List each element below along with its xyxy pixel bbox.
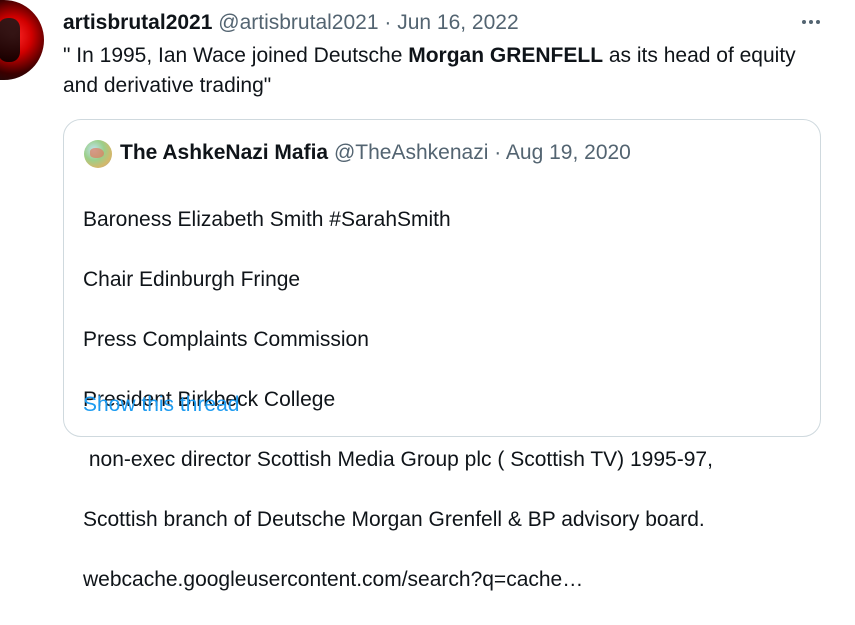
quoted-tweet-header: The AshkeNazi Mafia @TheAshkenazi · Aug … (120, 139, 631, 167)
quoted-author-display-name: The AshkeNazi Mafia (120, 141, 329, 164)
tweet-header: artisbrutal2021 @artisbrutal2021 · Jun 1… (63, 9, 519, 37)
more-dot (809, 20, 813, 24)
quoted-author-handle: @TheAshkenazi (333, 141, 489, 164)
tweet-text: " In 1995, Ian Wace joined Deutsche Morg… (63, 41, 823, 101)
more-dot (802, 20, 806, 24)
quoted-text-link: webcache.googleusercontent.com/search?q=… (83, 568, 584, 591)
quoted-text-line: non-exec director Scottish Media Group p… (83, 448, 713, 471)
show-thread-link[interactable]: Show this thread (83, 391, 239, 419)
author-handle[interactable]: @artisbrutal2021 (218, 11, 378, 34)
tweet-text-part1: " In 1995, Ian Wace joined Deutsche (63, 44, 409, 67)
quoted-text-line: Chair Edinburgh Fringe (83, 268, 301, 291)
more-dot (816, 20, 820, 24)
quoted-tweet-date: Aug 19, 2020 (505, 141, 631, 164)
quoted-header-separator: · (494, 141, 502, 164)
quoted-author-avatar[interactable] (84, 140, 112, 168)
header-separator: · (384, 11, 392, 34)
quoted-text-line: Baroness Elizabeth Smith #SarahSmith (83, 208, 451, 231)
more-options-icon[interactable] (797, 10, 825, 34)
author-display-name[interactable]: artisbrutal2021 (63, 11, 212, 34)
tweet-text-bold: Morgan GRENFELL (408, 44, 604, 67)
author-avatar[interactable] (0, 0, 44, 80)
quoted-tweet-card[interactable]: The AshkeNazi Mafia @TheAshkenazi · Aug … (63, 119, 821, 591)
quoted-text-line: Press Complaints Commission (83, 328, 369, 351)
tweet-date[interactable]: Jun 16, 2022 (397, 11, 518, 34)
quoted-text-line: Scottish branch of Deutsche Morgan Grenf… (83, 508, 705, 531)
